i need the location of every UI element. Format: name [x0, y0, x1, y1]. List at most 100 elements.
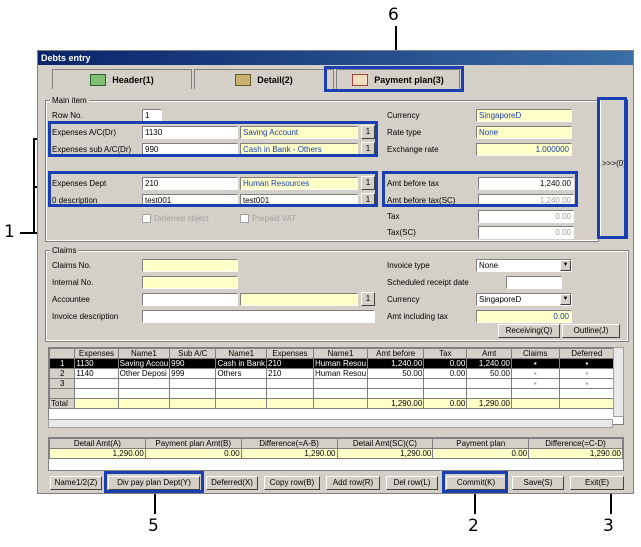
grid-cell[interactable]: 1 — [49, 358, 76, 369]
grid-cell[interactable]: 0.00 — [423, 358, 468, 369]
grid-cell[interactable]: Other Deposi — [117, 368, 171, 379]
table-row[interactable]: 2 1140 Other Deposi 999 Others 210 Human… — [49, 368, 616, 379]
grid-cell[interactable]: 990 — [169, 358, 217, 369]
grid-header: Amt — [466, 348, 512, 359]
grid-vertical-scrollbar[interactable] — [613, 347, 624, 417]
copy-row-button[interactable]: Copy row(B) — [264, 476, 320, 490]
invoice-type-select[interactable]: None — [476, 259, 572, 272]
deferred-checkbox-cell[interactable]: ▪ — [558, 368, 616, 379]
grid-cell — [511, 388, 560, 399]
tab-header-label: Header(1) — [112, 74, 154, 85]
grid-header: Expenses — [74, 348, 119, 359]
deferred-button[interactable]: Deferred(X) — [206, 476, 258, 490]
claims-currency-chevron-down-icon[interactable]: ▼ — [560, 294, 571, 305]
scheduled-receipt-date-field[interactable] — [506, 276, 562, 289]
grid-cell[interactable]: 1,240.00 — [367, 358, 425, 369]
grid-cell[interactable] — [169, 378, 217, 389]
rate-type-field[interactable]: None — [476, 126, 572, 139]
table-row[interactable]: 1 1130 Saving Accou 990 Cash in Bank 210… — [49, 358, 616, 369]
grid-cell: 0.00 — [423, 398, 468, 409]
exit-button[interactable]: Exit(E) — [570, 476, 624, 490]
callout-3: 3 — [603, 516, 614, 536]
grid-cell[interactable] — [74, 378, 119, 389]
grid-header: Tax — [423, 348, 468, 359]
grid-cell — [558, 388, 616, 399]
save-button[interactable]: Save(S) — [512, 476, 564, 490]
name1-2-button[interactable]: Name1/2(Z) — [50, 476, 102, 490]
grid-cell[interactable]: 210 — [266, 368, 314, 379]
grid-cell[interactable]: Cash in Bank — [215, 358, 268, 369]
receiving-button[interactable]: Receiving(Q) — [498, 324, 560, 338]
highlight-commit — [442, 471, 508, 493]
accountee-field[interactable] — [142, 293, 238, 306]
summary-table: Detail Amt(A) Payment plan Amt(B) Differ… — [49, 438, 623, 459]
deferred-checkbox-cell[interactable]: ▪ — [558, 358, 616, 369]
grid-cell[interactable] — [312, 378, 369, 389]
grid-cell[interactable] — [266, 378, 314, 389]
claims-checkbox-cell[interactable]: ▪ — [511, 378, 560, 389]
grid-cell[interactable]: 1130 — [74, 358, 119, 369]
grid-cell — [312, 388, 369, 399]
total-row: Total 1,290.00 0.00 1,290.00 — [49, 398, 616, 409]
claims-currency-select[interactable]: SingaporeD — [476, 293, 572, 306]
claims-group-label: Claims — [50, 246, 79, 255]
grid-cell[interactable]: 50.00 — [466, 368, 512, 379]
summary-header: Difference(=C-D) — [528, 438, 623, 449]
grid-cell[interactable]: 999 — [169, 368, 217, 379]
outline-button[interactable]: Outline(J) — [562, 324, 620, 338]
callout-2: 2 — [468, 516, 479, 536]
grid-cell[interactable] — [466, 378, 512, 389]
grid-horizontal-scrollbar[interactable] — [48, 419, 613, 428]
grid-cell[interactable]: 1,240.00 — [466, 358, 512, 369]
add-row-button[interactable]: Add row(R) — [326, 476, 380, 490]
grid-cell[interactable]: 3 — [49, 378, 76, 389]
grid-cell[interactable]: 0.00 — [423, 368, 468, 379]
table-row[interactable]: 3 ▪ ▪ — [49, 378, 616, 389]
grid-cell[interactable]: 1140 — [74, 368, 119, 379]
grid-cell[interactable]: Human Resou — [312, 358, 369, 369]
claims-checkbox-cell[interactable]: ▪ — [511, 358, 560, 369]
grid-cell[interactable] — [423, 378, 468, 389]
grid-cell[interactable]: 2 — [49, 368, 76, 379]
grid-cell — [49, 388, 76, 399]
grid-cell — [117, 388, 171, 399]
grid-cell[interactable]: 210 — [266, 358, 314, 369]
deferred-checkbox-cell[interactable]: ▪ — [558, 378, 616, 389]
callout-5-line — [154, 492, 156, 514]
grid-cell[interactable] — [215, 378, 268, 389]
invoice-description-field[interactable] — [142, 310, 375, 323]
currency-field[interactable]: SingaporeD — [476, 109, 572, 122]
document-icon — [235, 73, 252, 86]
summary-header: Difference(=A-B) — [240, 438, 338, 449]
callout-1: 1 — [4, 222, 15, 242]
grid-spacer-row — [49, 388, 616, 399]
tab-header[interactable]: Header(1) — [52, 69, 192, 89]
grid-cell — [511, 398, 560, 409]
summary-value: 0.00 — [432, 448, 530, 459]
grid-cell — [558, 398, 616, 409]
grid-cell[interactable] — [367, 378, 425, 389]
claims-no-field[interactable] — [142, 259, 238, 272]
tab-detail-label: Detail(2) — [257, 74, 293, 85]
summary-value: 1,290.00 — [240, 448, 338, 459]
internal-no-field[interactable] — [142, 276, 238, 289]
invoice-type-chevron-down-icon[interactable]: ▼ — [560, 260, 571, 271]
deferred-object-checkbox[interactable] — [142, 214, 151, 223]
grid-cell[interactable]: Others — [215, 368, 268, 379]
summary-header: Payment plan Amt(B) — [144, 438, 242, 449]
highlight-div-pay-plan — [104, 471, 204, 493]
grid-cell[interactable]: Human Resou — [312, 368, 369, 379]
grid-cell[interactable] — [117, 378, 171, 389]
exchange-rate-field[interactable]: 1.000000 — [476, 143, 572, 156]
del-row-button[interactable]: Del row(L) — [386, 476, 438, 490]
claims-checkbox-cell[interactable]: ▪ — [511, 368, 560, 379]
grid-header-row: Expenses Name1 Sub A/C Name1 Expenses Na… — [49, 348, 616, 359]
grid-cell[interactable]: 50.00 — [367, 368, 425, 379]
tax-field: 0.00 — [478, 210, 574, 223]
amt-including-tax-field[interactable]: 0.00 — [476, 310, 572, 323]
prepaid-vat-checkbox[interactable] — [240, 214, 249, 223]
tab-detail[interactable]: Detail(2) — [194, 69, 334, 89]
accountee-lookup-button[interactable]: 1 — [361, 292, 375, 306]
highlight-dept-fields — [48, 171, 378, 207]
grid-cell[interactable]: Saving Accou — [117, 358, 171, 369]
